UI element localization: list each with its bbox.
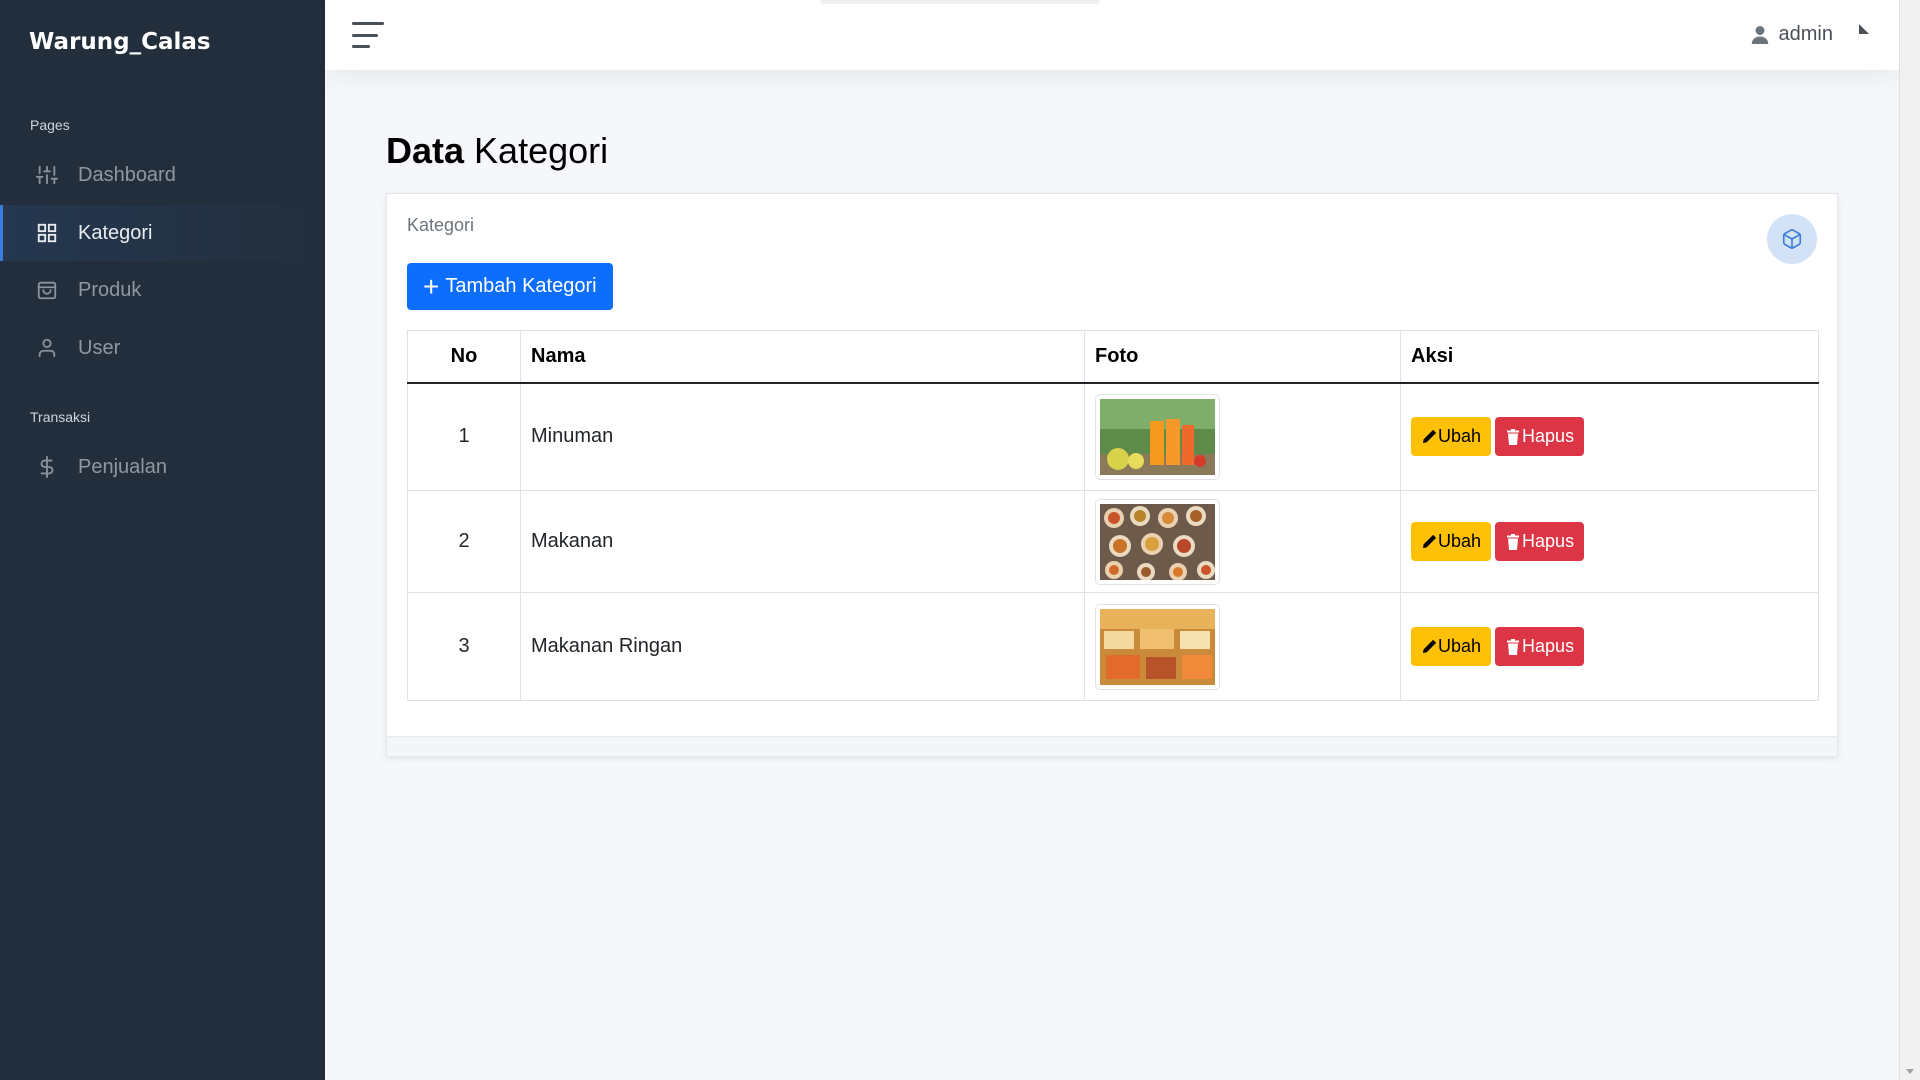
- page-scrollbar[interactable]: [1899, 0, 1920, 1080]
- delete-label: Hapus: [1522, 426, 1575, 447]
- add-kategori-button[interactable]: + Tambah Kategori: [407, 263, 613, 310]
- row-aksi: Ubah Hapus: [1400, 592, 1819, 701]
- pencil-icon: [1423, 639, 1437, 653]
- dollar-icon: [36, 456, 58, 478]
- page-title-rest: Kategori: [464, 130, 609, 171]
- table-row: 3 Makanan Ringan Ubah Hapus: [407, 592, 1819, 701]
- edit-label: Ubah: [1438, 531, 1482, 551]
- edit-button[interactable]: Ubah: [1411, 522, 1492, 561]
- brand-logo[interactable]: Warung_Calas: [29, 29, 211, 55]
- minuman-photo: [1095, 393, 1220, 480]
- column-header-nama: Nama: [520, 330, 1085, 384]
- trash-icon: [1507, 428, 1520, 445]
- row-no: 1: [407, 382, 521, 491]
- sidebar-item-produk[interactable]: Produk: [0, 262, 325, 318]
- sidebar-item-penjualan[interactable]: Penjualan: [0, 439, 325, 495]
- table-row: 1 Minuman Ubah Hapus: [407, 382, 1819, 491]
- sidebar-item-label: Dashboard: [78, 163, 176, 186]
- sidebar-item-label: Penjualan: [78, 455, 167, 478]
- topbar: admin: [325, 0, 1899, 70]
- delete-button[interactable]: Hapus: [1495, 417, 1585, 457]
- row-aksi: Ubah Hapus: [1400, 382, 1819, 491]
- card-title: Kategori: [407, 215, 475, 235]
- sidebar-item-dashboard[interactable]: Dashboard: [0, 147, 325, 203]
- makanan-photo: [1095, 498, 1220, 585]
- add-kategori-label: Tambah Kategori: [445, 275, 597, 297]
- user-avatar-icon: [1751, 25, 1768, 44]
- kategori-card: Kategori + Tambah Kategori No Nama Foto …: [386, 193, 1838, 757]
- edit-button[interactable]: Ubah: [1411, 417, 1492, 457]
- sidebar-item-user[interactable]: User: [0, 320, 325, 376]
- trash-icon: [1507, 533, 1520, 550]
- edit-label: Ubah: [1438, 636, 1482, 656]
- row-no: 3: [407, 592, 521, 701]
- kategori-table: No Nama Foto Aksi 1 Minuman Ubah Hapus 2…: [407, 330, 1819, 701]
- sidebar-item-kategori[interactable]: Kategori: [0, 205, 325, 261]
- delete-label: Hapus: [1522, 636, 1575, 656]
- dropdown-caret-icon[interactable]: [1859, 24, 1869, 34]
- shopping-bag-icon: [36, 279, 58, 301]
- table-header-row: No Nama Foto Aksi: [407, 330, 1819, 384]
- column-header-aksi: Aksi: [1400, 330, 1819, 384]
- delete-button[interactable]: Hapus: [1495, 522, 1585, 561]
- sidebar-item-label: User: [78, 336, 121, 359]
- user-icon: [36, 337, 58, 359]
- pencil-icon: [1423, 534, 1437, 548]
- plus-icon: +: [423, 270, 440, 302]
- row-nama: Minuman: [520, 382, 1085, 491]
- sidebar: Warung_Calas Pages Dashboard Kategori Pr…: [0, 0, 325, 1080]
- row-nama: Makanan Ringan: [520, 592, 1085, 701]
- row-nama: Makanan: [520, 490, 1085, 593]
- scroll-down-icon[interactable]: [1906, 1069, 1914, 1074]
- edit-button[interactable]: Ubah: [1411, 627, 1492, 666]
- pencil-icon: [1423, 429, 1437, 443]
- sidebar-header-pages: Pages: [30, 117, 70, 133]
- user-menu[interactable]: admin: [1751, 23, 1833, 46]
- sidebar-toggle-icon[interactable]: [352, 22, 384, 48]
- card-footer: [387, 736, 1837, 756]
- sidebar-item-label: Produk: [78, 278, 142, 301]
- trash-icon: [1507, 638, 1520, 655]
- sliders-icon: [36, 164, 58, 186]
- edit-label: Ubah: [1438, 426, 1482, 447]
- sidebar-item-label: Kategori: [78, 221, 153, 244]
- page-title-bold: Data: [386, 130, 465, 171]
- grid-icon: [36, 222, 58, 244]
- box-icon: [1767, 214, 1817, 264]
- top-decoration: [820, 0, 1100, 4]
- table-row: 2 Makanan Ubah Hapus: [407, 490, 1819, 593]
- row-aksi: Ubah Hapus: [1400, 490, 1819, 593]
- delete-label: Hapus: [1522, 531, 1575, 551]
- column-header-foto: Foto: [1084, 330, 1401, 384]
- row-no: 2: [407, 490, 521, 593]
- column-header-no: No: [407, 330, 521, 384]
- delete-button[interactable]: Hapus: [1495, 627, 1585, 666]
- makanan-ringan-photo: [1095, 603, 1220, 690]
- page-title: Data Kategori: [386, 130, 608, 172]
- user-name: admin: [1778, 23, 1833, 45]
- sidebar-header-transaksi: Transaksi: [30, 409, 91, 425]
